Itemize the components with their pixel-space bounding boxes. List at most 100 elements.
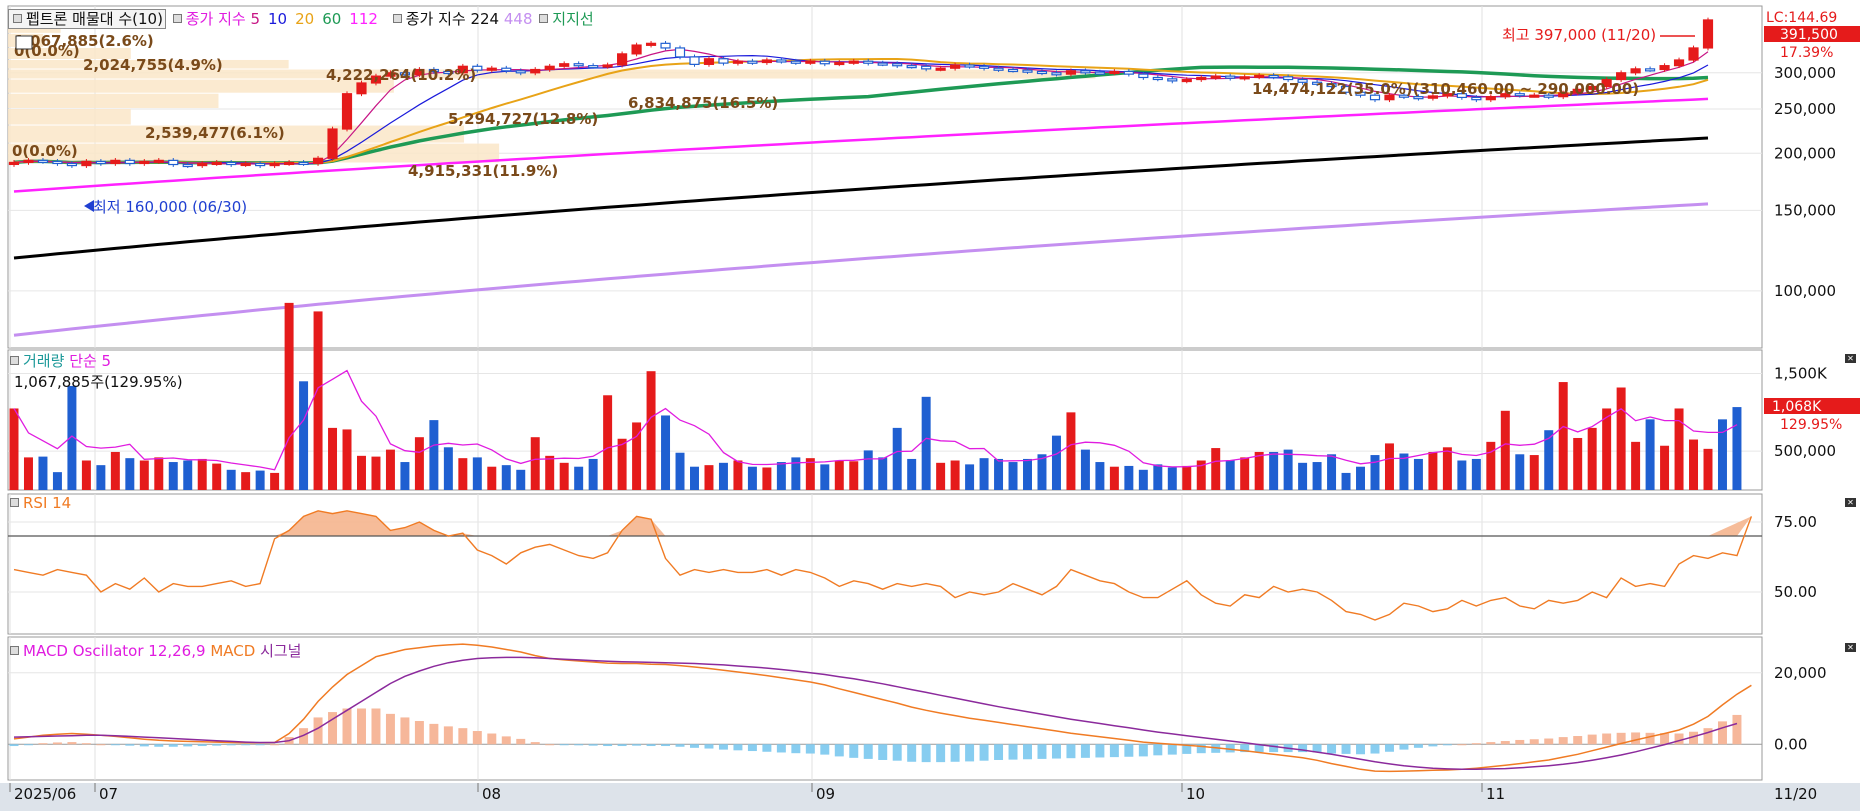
volume-bar <box>52 472 62 490</box>
volume-bar <box>356 455 366 490</box>
macd-oscillator-bar <box>1413 744 1423 748</box>
support-line-label[interactable]: 지지선 <box>552 10 593 28</box>
volume-profile-toggle[interactable]: 펩트론 매물대 수(10) <box>8 9 166 29</box>
macd-osc-label[interactable]: MACD Oscillator 12,26,9 <box>23 642 206 660</box>
volume-panel-close-icon[interactable]: ✕ <box>1845 354 1856 363</box>
volume-bar <box>458 458 468 490</box>
ma-period-60[interactable]: 60 <box>322 10 341 28</box>
candle-body <box>284 161 295 166</box>
candle-body <box>1239 76 1250 80</box>
ma-label[interactable]: 종가 지수 <box>186 10 246 28</box>
volume-bar <box>733 460 743 490</box>
volume-bar <box>588 458 598 490</box>
macd-oscillator-bar <box>125 744 135 746</box>
macd-oscillator-bar <box>878 744 888 760</box>
ma-period-10[interactable]: 10 <box>268 10 287 28</box>
grid-toggle-icon <box>15 35 33 50</box>
candle-body <box>139 160 150 165</box>
macd-tick-label: 20,000 <box>1774 664 1827 682</box>
macd-oscillator-bar <box>1645 732 1655 745</box>
volume-profile-label: 4,222,264(10.2%) <box>326 66 476 84</box>
rsi-legend-label[interactable]: RSI 14 <box>23 494 71 512</box>
candle-body <box>617 53 628 66</box>
volume-bar <box>400 462 410 490</box>
signal-label[interactable]: 시그널 <box>260 642 301 660</box>
macd-oscillator-bar <box>52 742 62 745</box>
candle-body <box>703 58 715 65</box>
macd-oscillator-bar <box>110 744 120 746</box>
volume-bar <box>23 457 33 490</box>
macd-panel-close-icon[interactable]: ✕ <box>1845 643 1856 652</box>
rsi-panel-close-icon[interactable]: ✕ <box>1845 498 1856 507</box>
volume-bar <box>762 467 772 490</box>
macd-oscillator-bar <box>1066 744 1076 759</box>
volume-bar <box>1356 466 1366 490</box>
volume-tick-label: 1,500K <box>1774 365 1828 383</box>
macd-oscillator-bar <box>834 744 844 757</box>
volume-bar <box>501 465 511 490</box>
ma-period-5[interactable]: 5 <box>250 10 260 28</box>
candle-body <box>95 160 106 165</box>
macd-oscillator-bar <box>241 744 251 746</box>
macd-label[interactable]: MACD <box>210 642 255 660</box>
candle-body <box>892 63 903 67</box>
macd-oscillator-bar <box>805 744 815 754</box>
macd-oscillator-bar <box>1095 744 1105 758</box>
volume-bar <box>443 447 453 490</box>
volume-bar <box>429 420 439 490</box>
macd-oscillator-bar <box>820 744 830 755</box>
candle-body <box>877 62 888 66</box>
macd-oscillator-bar <box>212 744 222 746</box>
legend-square-icon <box>10 356 19 365</box>
volume-bar <box>892 427 902 490</box>
macd-oscillator-bar <box>313 717 323 745</box>
macd-oscillator-bar <box>168 744 178 747</box>
volume-legend-name[interactable]: 거래량 <box>23 352 64 370</box>
ma-period-20[interactable]: 20 <box>295 10 314 28</box>
volume-legend: 거래량 단순 5 <box>8 350 111 371</box>
volume-bar <box>241 472 251 490</box>
candle-body <box>1094 71 1105 75</box>
candle-body <box>573 63 584 67</box>
ma224-label[interactable]: 종가 지수 224 <box>406 10 499 28</box>
volume-bar <box>1442 447 1452 490</box>
candle-body <box>269 162 280 167</box>
volume-bar <box>371 456 381 490</box>
volume-bar <box>154 457 164 490</box>
candle-body <box>921 65 932 70</box>
volume-bar <box>994 458 1004 490</box>
volume-bar <box>1298 462 1308 490</box>
candle-body <box>1225 75 1236 79</box>
candle-body <box>950 64 961 69</box>
macd-oscillator-bar <box>1370 744 1380 754</box>
volume-bar <box>603 395 613 490</box>
candle-body <box>1181 78 1192 83</box>
candle-body <box>52 160 63 165</box>
volume-info: 1,067,885주(129.95%) <box>14 373 183 391</box>
candle-body <box>23 159 34 164</box>
volume-profile-bar <box>8 93 219 108</box>
candle-body <box>226 161 237 166</box>
volume-bar <box>1341 472 1351 490</box>
macd-oscillator-bar <box>23 744 33 746</box>
stock-chart: 300,000 250,000 200,000 150,000 100,000 최고 39… <box>0 0 1860 811</box>
candle-body <box>197 162 208 167</box>
macd-oscillator-bar <box>1631 732 1641 745</box>
candle-body <box>747 60 758 64</box>
volume-bar <box>1486 441 1496 490</box>
macd-oscillator-bar <box>849 744 859 758</box>
macd-oscillator-bar <box>1356 744 1366 755</box>
candle-body <box>776 59 787 63</box>
macd-oscillator-bar <box>907 744 917 762</box>
macd-oscillator-bar <box>1428 744 1438 747</box>
macd-oscillator-bar <box>183 744 193 747</box>
macd-oscillator-bar <box>371 708 381 745</box>
macd-oscillator-bar <box>1023 744 1032 760</box>
ma-period-112[interactable]: 112 <box>349 10 378 28</box>
volume-legend-ma[interactable]: 단순 5 <box>69 352 111 370</box>
macd-oscillator-bar <box>921 744 931 763</box>
macd-tick-label: 0.00 <box>1774 735 1807 753</box>
volume-bar <box>110 451 120 490</box>
ma448-label[interactable]: 448 <box>504 10 533 28</box>
volume-bar <box>1124 465 1134 490</box>
